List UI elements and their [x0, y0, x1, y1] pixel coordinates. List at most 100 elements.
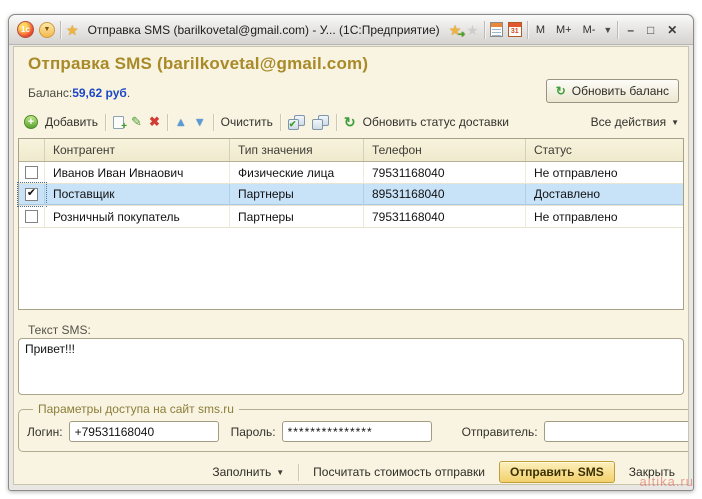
- uncheck-all-front-sheet: [312, 119, 323, 130]
- copy-row-plus-icon: +: [121, 122, 127, 132]
- login-label: Логин:: [27, 425, 63, 439]
- fill-dropdown-arrow-icon: ▼: [276, 468, 284, 477]
- 1c-logo-icon[interactable]: 1c: [17, 21, 34, 38]
- calculator-icon[interactable]: [490, 22, 503, 37]
- balance-suffix: .: [127, 86, 130, 100]
- login-input[interactable]: [69, 421, 219, 442]
- toolbar-separator: [213, 114, 214, 131]
- titlebar-separator: [60, 21, 61, 39]
- balance-value: 59,62 руб: [72, 86, 127, 100]
- header-type[interactable]: Тип значения: [230, 139, 364, 161]
- add-favorite-icon[interactable]: ★➜: [449, 23, 462, 37]
- titlebar-more-arrow-icon[interactable]: ▼: [603, 25, 612, 35]
- titlebar-separator: [527, 21, 528, 39]
- window-title: Отправка SMS (barilkovetal@gmail.com) - …: [88, 23, 440, 37]
- favorites-star-icon[interactable]: ★: [66, 23, 79, 37]
- add-favorite-arrow-icon: ➜: [458, 30, 466, 39]
- header-phone[interactable]: Телефон: [364, 139, 526, 161]
- refresh-balance-label: Обновить баланс: [572, 84, 669, 98]
- cell-phone: 79531168040: [364, 206, 526, 227]
- table-row[interactable]: Поставщик Партнеры 89531168040 Доставлен…: [19, 184, 683, 206]
- watermark: aitika.ru: [639, 474, 694, 489]
- memory-m-plus-button[interactable]: M+: [553, 23, 575, 37]
- cell-status: Доставлено: [526, 184, 683, 205]
- titlebar: 1c ▼ ★ Отправка SMS (barilkovetal@gmail.…: [9, 15, 693, 45]
- sms-text-label: Текст SMS:: [28, 323, 91, 337]
- favorite-disabled-icon: ★: [466, 23, 479, 37]
- page-title: Отправка SMS (barilkovetal@gmail.com): [28, 54, 368, 74]
- cell-type: Физические лица: [230, 162, 364, 183]
- cell-contragent: Иванов Иван Ивнаович: [45, 162, 230, 183]
- cell-type: Партнеры: [230, 184, 364, 205]
- send-sms-button[interactable]: Отправить SMS: [499, 461, 615, 483]
- calendar-icon-top: [509, 23, 521, 27]
- memory-m-button[interactable]: M: [533, 23, 548, 37]
- access-params-group: Параметры доступа на сайт sms.ru Логин: …: [18, 402, 689, 452]
- cell-type: Партнеры: [230, 206, 364, 227]
- screen: 1c ▼ ★ Отправка SMS (barilkovetal@gmail.…: [0, 0, 702, 499]
- toolbar-separator: [167, 114, 168, 131]
- system-menu-button[interactable]: ▼: [39, 22, 55, 38]
- balance-label: Баланс:: [28, 86, 72, 100]
- all-actions-label: Все действия: [591, 115, 666, 129]
- check-all-icon[interactable]: ✔: [288, 115, 305, 130]
- toolbar-separator: [105, 114, 106, 131]
- header-checkbox-column: [19, 139, 45, 161]
- delete-icon[interactable]: ✖: [149, 114, 160, 130]
- calc-cost-button[interactable]: Посчитать стоимость отправки: [309, 462, 489, 482]
- fill-button[interactable]: Заполнить ▼: [208, 462, 288, 482]
- header-status[interactable]: Статус: [526, 139, 683, 161]
- table-row[interactable]: Иванов Иван Ивнаович Физические лица 795…: [19, 162, 683, 184]
- toolbar-separator: [336, 114, 337, 131]
- check-all-checkmark: ✔: [289, 119, 297, 130]
- footer-actions: Заполнить ▼ Посчитать стоимость отправки…: [208, 459, 679, 485]
- refresh-status-icon: ↻: [344, 115, 356, 129]
- table-row[interactable]: Розничный покупатель Партнеры 7953116804…: [19, 206, 683, 228]
- toolbar-separator: [280, 114, 281, 131]
- cell-phone: 89531168040: [364, 184, 526, 205]
- all-actions-arrow-icon: ▼: [671, 118, 679, 127]
- toolbar: + Добавить + ✎ ✖ ▲ ▼ Очистить ✔: [24, 109, 679, 135]
- fill-button-label: Заполнить: [212, 465, 271, 479]
- app-window: 1c ▼ ★ Отправка SMS (barilkovetal@gmail.…: [8, 14, 694, 491]
- sender-label: Отправитель:: [462, 425, 538, 439]
- memory-m-minus-button[interactable]: M-: [580, 23, 599, 37]
- uncheck-all-icon[interactable]: [312, 115, 329, 130]
- recipients-table: Контрагент Тип значения Телефон Статус И…: [18, 138, 684, 310]
- row-checkbox[interactable]: [25, 166, 38, 179]
- access-params-legend: Параметры доступа на сайт sms.ru: [33, 402, 239, 416]
- move-up-icon[interactable]: ▲: [175, 115, 187, 129]
- header-contragent[interactable]: Контрагент: [45, 139, 230, 161]
- add-button[interactable]: Добавить: [45, 115, 98, 129]
- minimize-button[interactable]: –: [623, 23, 638, 37]
- calendar-icon-day: 31: [509, 28, 521, 35]
- row-checkbox[interactable]: [25, 188, 38, 201]
- cell-contragent: Поставщик: [45, 184, 230, 205]
- cell-phone: 79531168040: [364, 162, 526, 183]
- password-input[interactable]: [282, 421, 432, 442]
- refresh-balance-button[interactable]: ↻ Обновить баланс: [546, 79, 679, 103]
- titlebar-separator: [617, 21, 618, 39]
- edit-icon[interactable]: ✎: [131, 114, 142, 130]
- sender-input[interactable]: [544, 421, 689, 442]
- sms-text-input[interactable]: Привет!!!: [18, 338, 684, 395]
- access-params-row: Логин: Пароль: Отправитель:: [27, 421, 689, 442]
- form-content: Отправка SMS (barilkovetal@gmail.com) Ба…: [13, 46, 689, 485]
- table-header-row: Контрагент Тип значения Телефон Статус: [19, 139, 683, 162]
- copy-row-icon[interactable]: +: [113, 116, 124, 129]
- titlebar-separator: [484, 21, 485, 39]
- cell-status: Не отправлено: [526, 206, 683, 227]
- close-button[interactable]: ✕: [663, 23, 681, 37]
- refresh-balance-icon: ↻: [556, 84, 566, 98]
- balance-line: Баланс:59,62 руб.: [28, 86, 130, 100]
- calendar-icon[interactable]: 31: [508, 22, 522, 37]
- row-checkbox[interactable]: [25, 210, 38, 223]
- refresh-status-button[interactable]: Обновить статус доставки: [363, 115, 509, 129]
- cell-contragent: Розничный покупатель: [45, 206, 230, 227]
- password-label: Пароль:: [231, 425, 276, 439]
- cell-status: Не отправлено: [526, 162, 683, 183]
- clear-button[interactable]: Очистить: [221, 115, 273, 129]
- move-down-icon[interactable]: ▼: [194, 115, 206, 129]
- all-actions-button[interactable]: Все действия ▼: [591, 115, 679, 129]
- maximize-button[interactable]: □: [643, 23, 658, 37]
